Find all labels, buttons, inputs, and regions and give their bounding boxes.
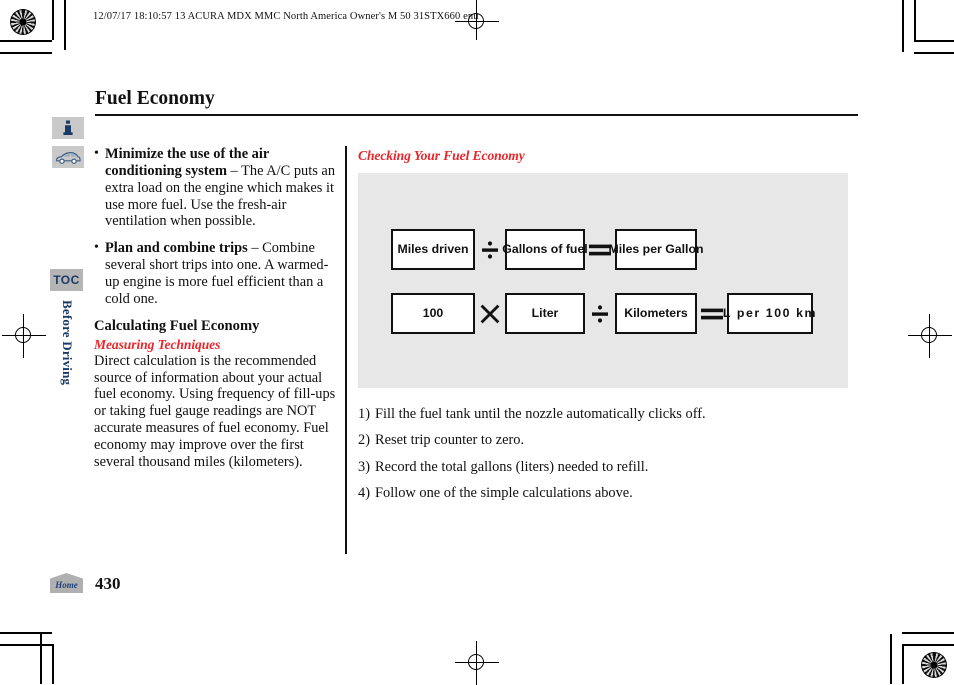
bullet-text: Plan and combine trips – Combine several… [105, 240, 336, 307]
crop-line-tl-h2 [0, 52, 52, 54]
bullet-marker: • [94, 146, 99, 161]
registration-mark-bottom-right [921, 652, 947, 678]
crop-line-tl-v2 [64, 0, 66, 50]
step-number: 3) [358, 458, 370, 475]
step-text: Record the total gallons (liters) needed… [375, 458, 649, 475]
toc-button[interactable]: TOC [50, 269, 83, 291]
right-column: Checking Your Fuel Economy Miles driven … [358, 148, 858, 511]
crop-line-bl-h2 [0, 632, 52, 634]
step-text: Reset trip counter to zero. [375, 432, 525, 449]
list-item: 4) Follow one of the simple calculations… [358, 485, 858, 502]
body-paragraph: Direct calculation is the recommended so… [94, 352, 336, 471]
print-header-line: 12/07/17 18:10:57 13 ACURA MDX MMC North… [93, 11, 479, 22]
formula-result-box: L per 100 km [723, 293, 815, 334]
registration-crosshair-bottom [455, 641, 499, 685]
bullet-text: Minimize the use of the air conditioning… [105, 146, 336, 230]
section-tab-before-driving[interactable]: Before Driving [57, 300, 75, 390]
crop-line-bl-v [52, 644, 54, 684]
crop-line-br-v2 [890, 634, 892, 684]
step-text: Follow one of the simple calculations ab… [375, 484, 633, 501]
diagram-heading: Checking Your Fuel Economy [358, 148, 525, 163]
crop-line-tl-h [0, 40, 52, 42]
section-heading: Calculating Fuel Economy [94, 317, 260, 334]
subsection-heading: Measuring Techniques [94, 336, 221, 352]
formula-result-box: Miles per Gallon [609, 229, 704, 270]
list-item: 1) Fill the fuel tank until the nozzle a… [358, 406, 858, 423]
crop-line-br-h2 [902, 632, 954, 634]
bullet-dash: – [247, 240, 263, 257]
info-icon[interactable] [52, 117, 84, 139]
crop-line-tr-v2 [902, 0, 904, 52]
registration-mark-top-left [10, 9, 36, 35]
document-page: 12/07/17 18:10:57 13 ACURA MDX MMC North… [0, 0, 954, 685]
formula-term-box: Miles driven [391, 229, 475, 270]
formula-term-box: 100 [391, 293, 475, 334]
home-button-label: Home [55, 580, 78, 590]
step-text: Fill the fuel tank until the nozzle auto… [375, 406, 706, 422]
list-item: • Minimize the use of the air conditioni… [94, 146, 336, 230]
formula-term-box: Kilometers [615, 293, 697, 334]
formula-term-box: Liter [505, 293, 585, 334]
left-column: • Minimize the use of the air conditioni… [94, 146, 336, 471]
multiply-icon [475, 304, 505, 324]
registration-crosshair-top [455, 0, 499, 44]
steps-list: 1) Fill the fuel tank until the nozzle a… [358, 406, 858, 502]
car-icon[interactable] [52, 146, 84, 168]
list-item: 2) Reset trip counter to zero. [358, 432, 858, 449]
l-per-100km-formula-row: 100 Liter Kilometers L per 100 km [391, 293, 815, 334]
crop-line-br-h [902, 644, 954, 646]
mpg-formula-row: Miles driven Gallons of fuel Miles per G… [391, 229, 704, 270]
bullet-bold-lead: Plan and combine trips [105, 240, 248, 257]
title-divider-rule [95, 114, 858, 116]
crop-line-bl-h [0, 644, 52, 646]
crop-line-tr-h2 [914, 52, 954, 54]
divide-icon [585, 303, 615, 325]
bullet-marker: • [94, 240, 99, 256]
registration-crosshair-left [2, 314, 46, 358]
formula-diagram-panel: Miles driven Gallons of fuel Miles per G… [358, 173, 848, 388]
crop-line-tr-v [914, 0, 916, 42]
step-number: 1) [358, 406, 370, 422]
crop-line-bl-v2 [40, 634, 42, 684]
column-divider-rule [345, 146, 347, 554]
divide-icon [475, 239, 505, 261]
home-button[interactable]: Home [50, 573, 83, 593]
bullet-dash: – [226, 162, 242, 179]
list-item: 3) Record the total gallons (liters) nee… [358, 459, 858, 476]
formula-term-box: Gallons of fuel [502, 229, 588, 270]
step-number: 2) [358, 432, 370, 449]
crop-line-tl-v [52, 0, 54, 40]
crop-line-br-v [902, 644, 904, 684]
registration-crosshair-right [908, 314, 952, 358]
step-number: 4) [358, 484, 370, 501]
page-title: Fuel Economy [95, 88, 215, 109]
page-number: 430 [95, 574, 121, 593]
list-item: • Plan and combine trips – Combine sever… [94, 240, 336, 307]
crop-line-tr-h [914, 40, 954, 42]
